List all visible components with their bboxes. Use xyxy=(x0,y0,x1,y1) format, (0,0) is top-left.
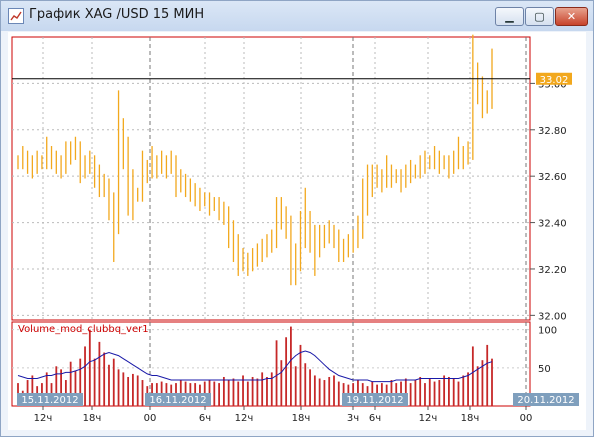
date-label: 16.11.2012 xyxy=(149,395,206,406)
time-tick-label: 00 xyxy=(520,413,533,424)
time-tick-label: 12ч xyxy=(235,413,254,424)
volume-tick-label: 50 xyxy=(538,364,551,375)
time-tick-label: 18ч xyxy=(292,413,311,424)
chart-canvas[interactable]: 33.0032.8032.6032.4032.2032.00 10050 33.… xyxy=(8,32,586,430)
time-tick-label: 18ч xyxy=(461,413,480,424)
time-tick-label: 12ч xyxy=(419,413,438,424)
chart-app-icon xyxy=(8,8,24,24)
price-panel-frame xyxy=(11,36,531,321)
minimize-button[interactable]: ▁ xyxy=(495,7,524,26)
chart-window: График XAG /USD 15 МИН ▁ ▢ ✕ 33.00 32.80 3… xyxy=(0,0,594,437)
time-tick-label: 6ч xyxy=(369,413,381,424)
price-tick-label: 32.00 xyxy=(538,311,567,322)
price-tick-label: 32.20 xyxy=(538,265,567,276)
close-icon: ✕ xyxy=(566,10,577,23)
volume-tick-label: 100 xyxy=(538,326,557,337)
price-axis-labels: 33.0032.8032.6032.4032.2032.00 xyxy=(530,79,567,322)
time-tick-label: 3ч xyxy=(347,413,359,424)
current-price-label: 33.02 xyxy=(540,75,569,86)
date-label: 20.11.2012 xyxy=(517,395,574,406)
time-tick-label: 00 xyxy=(144,413,157,424)
price-tick-label: 32.40 xyxy=(538,219,567,230)
title-bar[interactable]: График XAG /USD 15 МИН ▁ ▢ ✕ xyxy=(1,1,593,31)
time-tick-label: 12ч xyxy=(34,413,53,424)
minimize-icon: ▁ xyxy=(505,10,514,23)
chart-area[interactable]: 33.00 32.80 32.60 32.40 32.20 32.00 100 50 33.… xyxy=(8,32,586,430)
time-axis-labels: 12ч 18ч 00 6ч 12ч 18ч 3ч 6ч 12ч 18ч 00 xyxy=(34,406,533,424)
time-tick-label: 18ч xyxy=(83,413,102,424)
volume-axis-labels: 100 50 xyxy=(538,326,557,375)
time-tick-label: 6ч xyxy=(199,413,211,424)
price-tick-label: 32.80 xyxy=(538,126,567,137)
date-label: 19.11.2012 xyxy=(346,395,403,406)
date-label: 15.11.2012 xyxy=(21,395,78,406)
window-title: График XAG /USD 15 МИН xyxy=(29,7,205,22)
volume-indicator-title: Volume_mod_clubbq_ver1 xyxy=(18,324,149,335)
close-button[interactable]: ✕ xyxy=(555,7,588,26)
price-tick-label: 32.60 xyxy=(538,172,567,183)
maximize-icon: ▢ xyxy=(534,10,545,23)
maximize-button[interactable]: ▢ xyxy=(525,7,554,26)
